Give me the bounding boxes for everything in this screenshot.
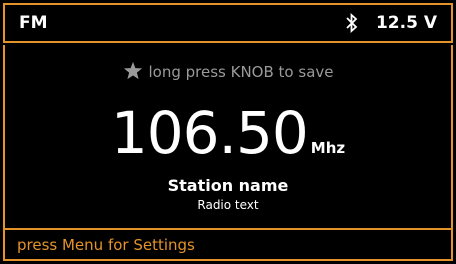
save-hint-text: long press KNOB to save	[148, 63, 334, 81]
tuner-panel: long press KNOB to save 106.50 Mhz Statio…	[3, 45, 453, 228]
star-icon	[123, 61, 142, 80]
radio-text: Radio text	[197, 198, 259, 212]
settings-hint: press Menu for Settings	[17, 236, 195, 254]
status-bar: FM 12.5 V	[3, 3, 453, 43]
voltage-readout: 12.5 V	[375, 13, 437, 33]
frequency-unit: Mhz	[310, 139, 346, 157]
save-hint: long press KNOB to save	[5, 61, 451, 83]
bluetooth-icon	[346, 13, 358, 33]
frequency-value: 106.50	[110, 99, 309, 167]
frequency-display: 106.50 Mhz	[5, 100, 451, 166]
radio-screen: FM 12.5 V long press KNOB to save 106.50…	[0, 0, 456, 264]
station-name: Station name	[167, 176, 289, 195]
footer-bar: press Menu for Settings	[3, 228, 453, 261]
band-label: FM	[19, 13, 48, 33]
